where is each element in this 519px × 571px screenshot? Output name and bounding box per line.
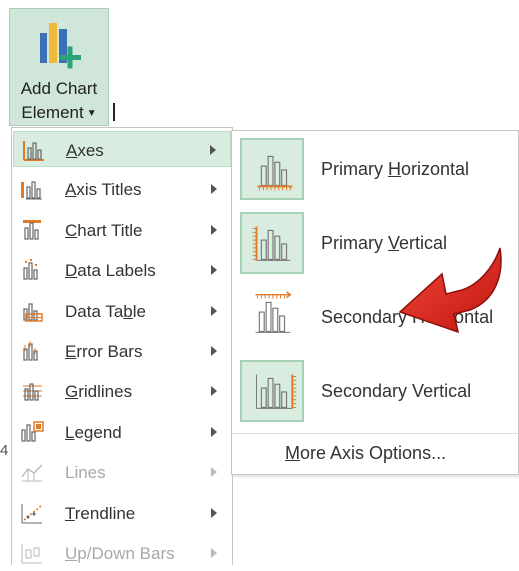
submenu-arrow-icon [211,265,217,276]
lines-icon [20,461,44,483]
more-axis-options-label: More Axis Options... [285,443,447,463]
submenu-arrow-icon [211,507,217,518]
menu-item-label: Trendline [65,503,136,523]
add-chart-element-label-2: Element [21,103,84,122]
secondary-horizontal-axis-icon [240,286,304,348]
submenu-arrow-icon [211,386,217,397]
menu-item-up-down-bars[interactable]: Up/Down Bars [13,535,231,571]
submenu-item-secondary-vertical[interactable]: Secondary Vertical [236,356,516,426]
submenu-arrow-icon [211,224,217,235]
submenu-arrow-icon [211,305,217,316]
menu-item-label: Axis Titles [65,180,142,200]
axis-titles-icon [20,178,44,200]
menu-item-label: Data Labels [65,261,156,281]
menu-item-label: Up/Down Bars [65,544,175,563]
chart-title-icon [20,219,44,241]
data-table-icon [20,300,44,322]
annotation-arrow-icon [398,247,502,334]
submenu-arrow-icon [211,426,217,437]
error-bars-icon [20,340,44,362]
submenu-arrow-icon [211,548,217,558]
data-labels-icon [20,259,44,281]
axes-icon [21,139,45,161]
legend-icon [20,421,44,443]
submenu-arrow-icon [211,467,217,478]
menu-item-axes[interactable]: Axes [13,131,231,167]
menu-item-label: Error Bars [65,342,143,361]
menu-item-legend[interactable]: Legend [13,414,231,450]
stray-cell-text: 4 [0,442,9,459]
submenu-item-label: Secondary Vertical [321,381,472,401]
gridlines-icon [20,380,44,402]
menu-item-label: Data Table [65,301,146,321]
menu-item-error-bars[interactable]: Error Bars [13,333,231,369]
menu-item-axis-titles[interactable]: Axis Titles [13,171,231,207]
submenu-item-label: Primary Horizontal [321,159,470,179]
more-axis-options-item[interactable]: More Axis Options... [232,433,518,474]
submenu-item-primary-horizontal[interactable]: Primary Horizontal [236,134,516,204]
menu-item-trendline[interactable]: Trendline [13,495,231,531]
primary-horizontal-axis-icon [240,138,304,200]
menu-item-gridlines[interactable]: Gridlines [13,373,231,409]
menu-item-label: Gridlines [65,382,133,402]
trendline-icon [20,502,44,524]
menu-item-data-labels[interactable]: Data Labels [13,252,231,288]
menu-item-chart-title[interactable]: Chart Title [13,212,231,248]
menu-item-label: Chart Title [65,220,143,240]
add-chart-element-icon [38,19,82,75]
menu-item-label: Lines [65,463,106,483]
menu-item-data-table[interactable]: Data Table [13,293,231,329]
dropdown-caret-icon: ▼ [86,108,97,119]
add-chart-element-menu: Axes Axis Titles Chart Title Data Labels Dat… [11,127,233,565]
add-chart-element-button[interactable]: Add Chart Element ▼ [9,8,109,126]
up-down-bars-icon [20,542,44,564]
submenu-arrow-icon [211,184,217,195]
primary-vertical-axis-icon [240,212,304,274]
menu-item-lines[interactable]: Lines [13,454,231,490]
menu-item-label: Legend [65,422,122,442]
secondary-vertical-axis-icon [240,360,304,422]
add-chart-element-label: Add Chart [20,79,98,98]
submenu-arrow-icon [210,145,216,155]
submenu-arrow-icon [211,346,217,356]
menu-item-label: Axes [66,141,104,160]
text-cursor [113,103,115,121]
